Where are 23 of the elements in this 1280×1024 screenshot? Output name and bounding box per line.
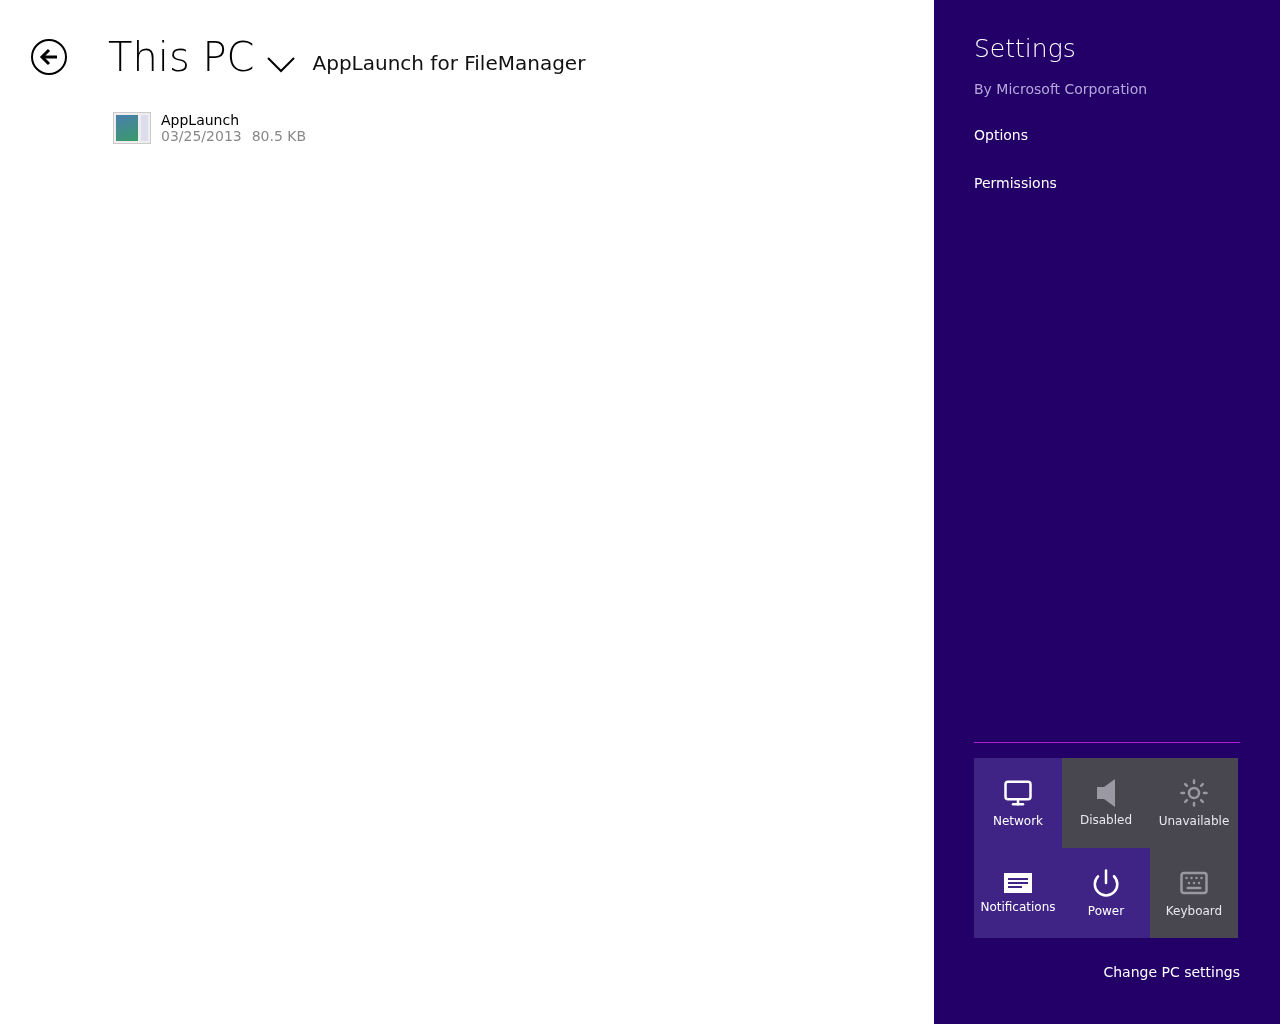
quick-setting-tile[interactable]: Notifications (974, 848, 1062, 938)
file-name[interactable]: AppLaunch (161, 112, 307, 128)
quick-setting-tile[interactable]: Network (974, 758, 1062, 848)
file-thumbnail (113, 112, 151, 144)
settings-link[interactable]: Options (974, 127, 1240, 143)
back-arrow-icon (39, 48, 59, 66)
back-button[interactable] (31, 39, 67, 75)
location-title: This PC (108, 34, 255, 80)
app-subtitle: AppLaunch for FileManager (312, 51, 586, 75)
settings-link[interactable]: Permissions (974, 175, 1240, 191)
settings-title: Settings (974, 34, 1077, 63)
location-dropdown[interactable] (266, 57, 295, 73)
message-icon (1003, 872, 1033, 894)
change-pc-settings-link[interactable]: Change PC settings (1103, 964, 1240, 980)
speaker-icon (1097, 779, 1115, 807)
monitor-icon (1003, 778, 1033, 808)
publisher-text: By Microsoft Corporation (974, 81, 1149, 97)
power-icon (1091, 868, 1121, 898)
chevron-down-icon (266, 57, 295, 73)
file-date: 03/25/2013 (161, 128, 242, 144)
quick-setting-tile[interactable]: Power (1062, 848, 1150, 938)
file-size: 80.5 KB (251, 128, 307, 144)
brightness-icon (1179, 778, 1209, 808)
